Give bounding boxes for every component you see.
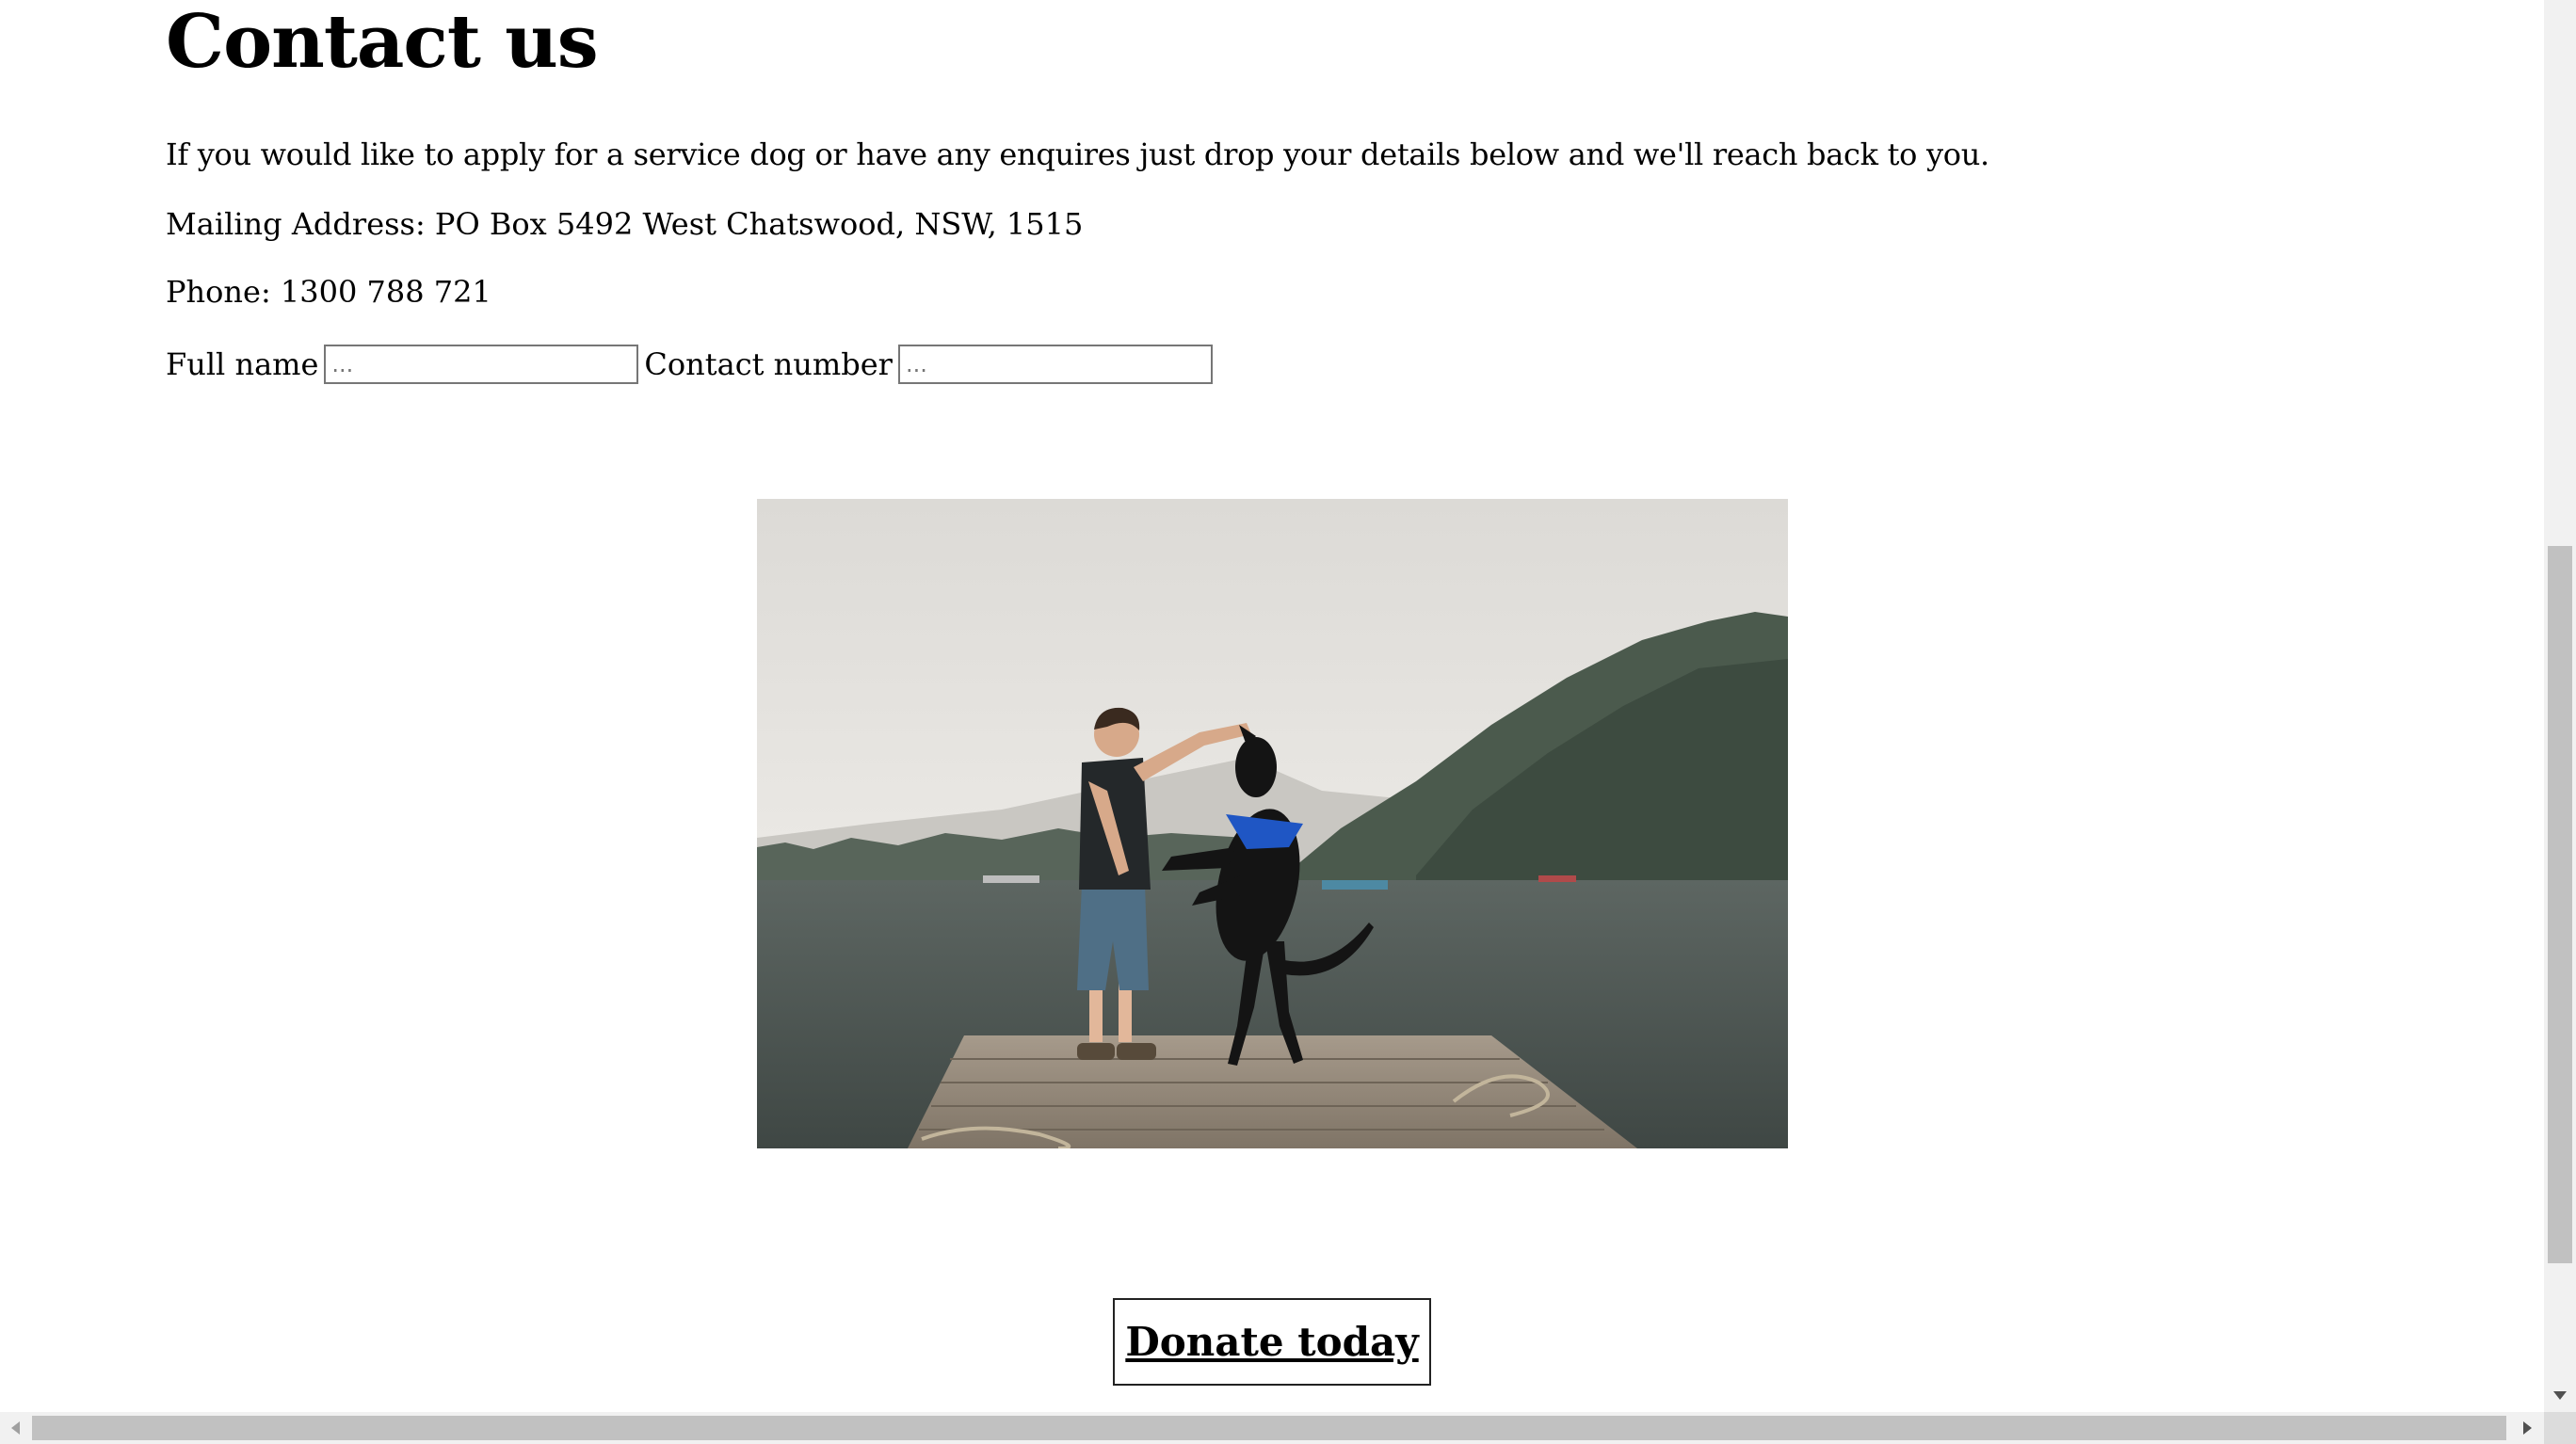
page-title: Contact us <box>166 0 599 85</box>
page: Contact us If you would like to apply fo… <box>0 0 2576 1444</box>
donate-link[interactable]: Donate today <box>1125 1319 1418 1365</box>
full-name-input[interactable] <box>324 345 639 384</box>
contact-number-label: Contact number <box>644 346 893 382</box>
photo-man-dog-dock-icon <box>757 499 1788 1148</box>
scrollbar-corner <box>2544 1412 2576 1444</box>
vertical-scrollbar-thumb[interactable] <box>2548 546 2572 1263</box>
contact-form: Full name Contact number <box>166 341 1218 388</box>
mailing-address: Mailing Address: PO Box 5492 West Chatsw… <box>166 206 1084 242</box>
donate-button[interactable]: Donate today <box>1113 1298 1431 1386</box>
full-name-label: Full name <box>166 346 319 382</box>
scroll-left-arrow-icon[interactable] <box>0 1412 32 1444</box>
scroll-down-arrow-icon[interactable] <box>2544 1380 2576 1412</box>
scroll-right-arrow-icon[interactable] <box>2512 1412 2544 1444</box>
hero-image <box>757 499 1788 1148</box>
vertical-scrollbar[interactable] <box>2544 0 2576 1412</box>
horizontal-scrollbar-thumb[interactable] <box>32 1416 2506 1440</box>
phone-number: Phone: 1300 788 721 <box>166 274 491 310</box>
intro-text: If you would like to apply for a service… <box>166 136 1989 172</box>
horizontal-scrollbar[interactable] <box>0 1412 2544 1444</box>
contact-number-input[interactable] <box>897 345 1213 384</box>
